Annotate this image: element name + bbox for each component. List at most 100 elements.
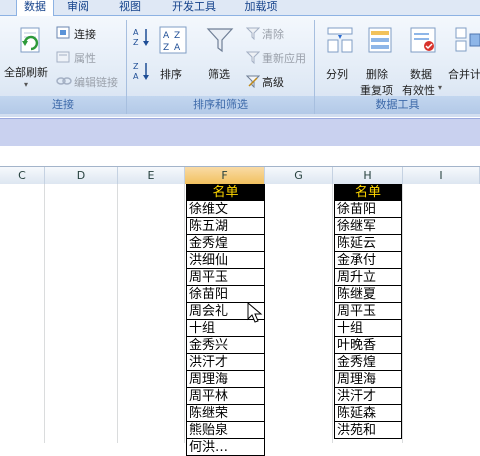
column-header-c[interactable]: C xyxy=(0,167,45,184)
clear-filter-button[interactable]: 清除 xyxy=(246,26,306,42)
consolidate-icon xyxy=(455,27,480,52)
remove-duplicates-button[interactable]: 删除 重复项 xyxy=(360,24,400,97)
list-h-cell[interactable]: 周平玉 xyxy=(334,303,402,320)
list-f-cell[interactable]: 周理海 xyxy=(186,371,265,388)
formula-bar-area xyxy=(0,118,480,147)
column-header-f[interactable]: F xyxy=(185,167,265,184)
svg-text:Z: Z xyxy=(133,62,139,71)
list-f-cell[interactable]: 熊贻泉 xyxy=(186,422,265,439)
column-header-g[interactable]: G xyxy=(265,167,333,184)
refresh-all-label: 全部刷新 xyxy=(4,66,48,79)
text-to-columns-label: 分列 xyxy=(326,68,348,81)
connections-icon xyxy=(56,26,70,39)
gridline xyxy=(44,184,45,443)
tab-addins[interactable]: 加载项 xyxy=(236,0,286,15)
consolidate-button[interactable]: 合并计 xyxy=(446,24,480,84)
mouse-pointer-icon xyxy=(247,302,263,323)
group-label-connections: 连接 xyxy=(0,96,126,114)
list-f-cell[interactable]: 洪细仙 xyxy=(186,252,265,269)
sort-icon: A Z Z A xyxy=(159,26,187,54)
filter-funnel-icon xyxy=(206,28,234,53)
list-h-cell[interactable]: 洪汗才 xyxy=(334,388,402,405)
sort-label: 排序 xyxy=(160,68,182,81)
sheet-top-area xyxy=(0,146,480,166)
ribbon-tab-strip: 数据 审阅 视图 开发工具 加载项 xyxy=(0,0,480,16)
list-f-cell[interactable]: 金秀煌 xyxy=(186,235,265,252)
list-f-cell[interactable]: 何洪… xyxy=(186,439,265,456)
data-validation-button[interactable]: 数据 有效性 ▾ xyxy=(400,24,446,97)
text-to-columns-icon xyxy=(327,27,353,53)
list-h-cell[interactable]: 徐继军 xyxy=(334,218,402,235)
advanced-label: 高级 xyxy=(262,76,284,89)
sort-descending-icon: Z A xyxy=(133,62,149,81)
link-icon xyxy=(56,77,72,85)
edit-links-button[interactable]: 编辑链接 xyxy=(56,74,126,90)
reapply-button[interactable]: 重新应用 xyxy=(246,50,310,66)
list-f-cell[interactable]: 洪汗才 xyxy=(186,354,265,371)
svg-text:Z: Z xyxy=(133,38,139,47)
list-f-cell[interactable]: 徐苗阳 xyxy=(186,286,265,303)
list-f-cell[interactable]: 陈继荣 xyxy=(186,405,265,422)
column-header-bar: C D E F G H I xyxy=(0,166,480,185)
text-to-columns-button[interactable]: 分列 xyxy=(320,24,360,84)
connections-button[interactable]: 连接 xyxy=(56,26,118,42)
remove-duplicates-icon xyxy=(368,27,392,53)
refresh-all-button[interactable]: 全部刷新 ▾ xyxy=(4,24,54,92)
column-header-i[interactable]: I xyxy=(403,167,480,184)
filter-button[interactable]: 筛选 xyxy=(202,24,238,84)
list-f-header[interactable]: 名单 xyxy=(186,184,265,201)
list-h-cell[interactable]: 十组 xyxy=(334,320,402,337)
tab-data[interactable]: 数据 xyxy=(16,0,54,16)
chevron-down-icon: ▾ xyxy=(438,83,443,92)
gridline xyxy=(402,184,403,443)
chevron-down-icon: ▾ xyxy=(24,80,29,89)
tab-view[interactable]: 视图 xyxy=(112,0,148,15)
list-h-cell[interactable]: 陈延云 xyxy=(334,235,402,252)
advanced-filter-button[interactable]: 高级 xyxy=(246,74,296,90)
edit-links-label: 编辑链接 xyxy=(74,76,118,89)
list-h-cell[interactable]: 周理海 xyxy=(334,371,402,388)
svg-text:A: A xyxy=(133,28,139,37)
svg-text:Z: Z xyxy=(174,31,180,41)
list-h-cell[interactable]: 叶晚香 xyxy=(334,337,402,354)
svg-text:A: A xyxy=(133,72,139,81)
properties-icon xyxy=(56,51,70,63)
filter-label: 筛选 xyxy=(208,68,230,81)
group-label-sort-filter: 排序和筛选 xyxy=(127,96,314,114)
list-h-cell[interactable]: 洪苑和 xyxy=(334,422,402,439)
tab-review[interactable]: 审阅 xyxy=(60,0,96,15)
reapply-label: 重新应用 xyxy=(262,52,306,65)
sort-descending-button[interactable]: Z A xyxy=(132,60,152,82)
column-header-h[interactable]: H xyxy=(333,167,403,184)
worksheet-grid[interactable]: 名单 徐维文 陈五湖 金秀煌 洪细仙 周平玉 徐苗阳 周会礼 十组 金秀兴 洪汗… xyxy=(0,184,480,456)
list-h-cell[interactable]: 陈继夏 xyxy=(334,286,402,303)
list-h-cell[interactable]: 周升立 xyxy=(334,269,402,286)
list-h-cell[interactable]: 金秀煌 xyxy=(334,354,402,371)
consolidate-label: 合并计 xyxy=(448,68,480,81)
svg-text:Z: Z xyxy=(163,43,169,53)
sort-ascending-button[interactable]: A Z xyxy=(132,26,152,48)
list-f-cell[interactable]: 陈五湖 xyxy=(186,218,265,235)
list-h-header[interactable]: 名单 xyxy=(334,184,402,201)
gridline xyxy=(184,184,185,443)
ribbon: 全部刷新 ▾ 连接 属性 编辑链接 连接 A Z Z A A Z Z A 排序 … xyxy=(0,16,480,117)
column-header-e[interactable]: E xyxy=(118,167,185,184)
list-f-cell[interactable]: 周平玉 xyxy=(186,269,265,286)
clear-label: 清除 xyxy=(262,28,284,41)
column-header-d[interactable]: D xyxy=(45,167,118,184)
remove-duplicates-label-1: 删除 xyxy=(366,68,388,81)
connections-label: 连接 xyxy=(74,28,96,41)
refresh-all-icon xyxy=(20,27,40,53)
list-h-cell[interactable]: 陈延森 xyxy=(334,405,402,422)
list-h-cell[interactable]: 金承付 xyxy=(334,252,402,269)
list-f-cell[interactable]: 徐维文 xyxy=(186,201,265,218)
list-f-cell[interactable]: 金秀兴 xyxy=(186,337,265,354)
svg-text:A: A xyxy=(174,43,181,53)
properties-button[interactable]: 属性 xyxy=(56,50,118,66)
tab-developer[interactable]: 开发工具 xyxy=(164,0,224,15)
list-h-cell[interactable]: 徐苗阳 xyxy=(334,201,402,218)
list-f-cell[interactable]: 周平林 xyxy=(186,388,265,405)
sort-button[interactable]: A Z Z A 排序 xyxy=(156,24,190,84)
gridline xyxy=(332,184,333,443)
group-label-data-tools: 数据工具 xyxy=(315,96,480,114)
